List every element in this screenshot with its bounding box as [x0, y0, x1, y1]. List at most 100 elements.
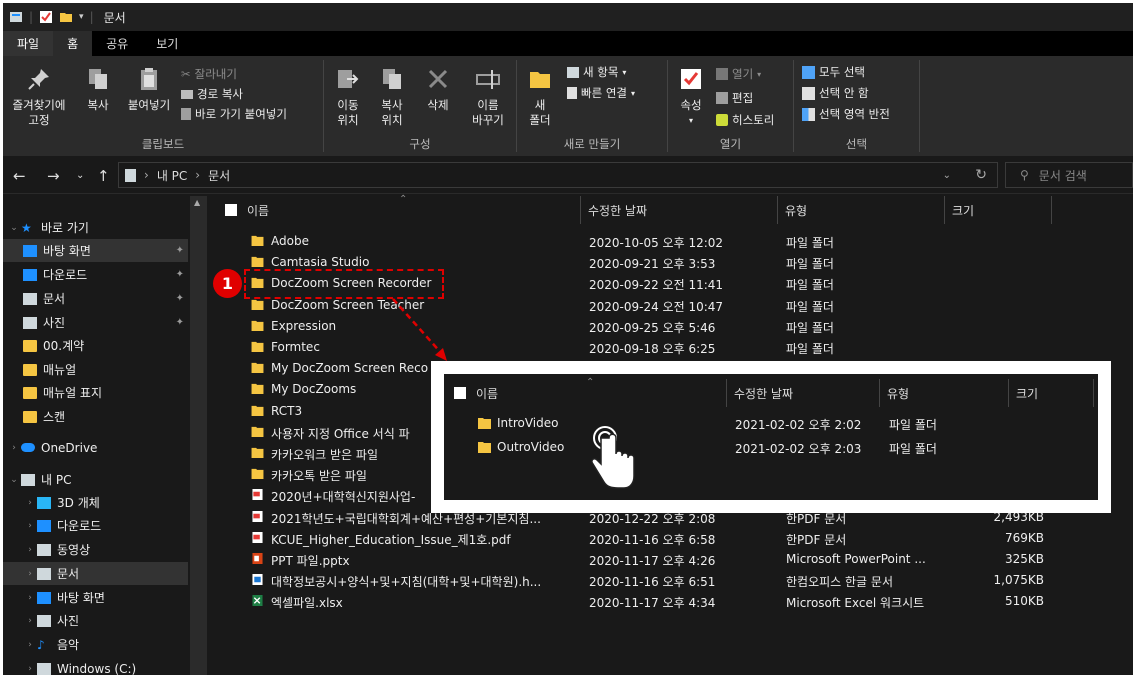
picture-icon — [37, 614, 51, 627]
rename-button[interactable]: 이름 바꾸기 — [464, 66, 512, 128]
address-dropdown-icon[interactable]: ⌄ — [943, 170, 951, 181]
paste-button[interactable]: 붙여넣기 — [119, 66, 179, 113]
breadcrumb-documents[interactable]: 문서 — [208, 167, 230, 184]
preview-column-size[interactable]: 크기 — [1010, 379, 1094, 407]
scissors-icon: ✂ — [181, 67, 191, 81]
cut-button[interactable]: ✂ 잘라내기 — [181, 66, 237, 82]
sidebar-item[interactable]: › 문서 — [3, 562, 188, 585]
preview-column-name[interactable]: 이름 ⌃ — [444, 377, 727, 407]
copy-to-button[interactable]: 복사 위치 — [372, 66, 412, 128]
select-none-button[interactable]: 선택 안 함 — [802, 85, 869, 101]
back-arrow-icon[interactable]: ← — [13, 167, 26, 185]
expand-chevron-icon[interactable]: › — [23, 664, 37, 674]
pin-to-quick-access-button[interactable]: 즐겨찾기에 고정 — [7, 66, 71, 128]
expand-chevron-icon[interactable]: › — [7, 443, 21, 453]
pin-label: 즐겨찾기에 고정 — [12, 98, 66, 127]
properties-button[interactable]: 속성 ▾ — [672, 66, 710, 128]
select-all-button[interactable]: 모두 선택 — [802, 64, 865, 80]
sidebar-item[interactable]: 매뉴얼 — [3, 358, 188, 381]
file-row[interactable]: KCUE_Higher_Education_Issue_제1호.pdf 2020-… — [209, 528, 1133, 549]
open-button[interactable]: 열기 ▾ — [716, 66, 761, 82]
sidebar-item[interactable]: › 동영상 — [3, 538, 188, 561]
sidebar-scrollbar[interactable]: ▲ — [190, 196, 207, 675]
expand-chevron-icon[interactable]: › — [23, 569, 37, 579]
copy-path-button[interactable]: 경로 복사 — [181, 86, 243, 102]
expand-chevron-icon[interactable]: › — [23, 521, 37, 531]
up-arrow-icon[interactable]: ↑ — [97, 167, 110, 185]
folder-icon — [251, 257, 264, 268]
edit-button[interactable]: 편집 — [716, 90, 753, 106]
sidebar-item[interactable]: 00.계약 — [3, 334, 188, 357]
sidebar-item[interactable]: › 다운로드 — [3, 514, 188, 537]
column-header-type[interactable]: 유형 — [779, 196, 945, 224]
sidebar-item[interactable]: 바탕 화면 ✦ — [3, 239, 188, 262]
sidebar-item[interactable]: 스캔 — [3, 405, 188, 428]
file-row[interactable]: Formtec 2020-09-18 오후 6:25 파일 폴더 — [209, 337, 1133, 358]
tab-view[interactable]: 보기 — [142, 31, 192, 56]
column-header-size[interactable]: 크기 — [946, 196, 1052, 224]
sidebar-item[interactable]: › 사진 — [3, 609, 188, 632]
search-box[interactable]: ⚲ 문서 검색 — [1005, 162, 1133, 188]
file-name: My DocZooms — [271, 382, 357, 397]
new-folder-button[interactable]: 새 폴더 — [521, 66, 559, 128]
sidebar-item[interactable]: 다운로드 ✦ — [3, 263, 188, 286]
address-box[interactable]: › 내 PC › 문서 ⌄ ↻ — [118, 162, 998, 188]
recent-chevron-icon[interactable]: ⌄ — [76, 170, 84, 181]
preview-row[interactable]: IntroVideo 2021-02-02 오후 2:02 파일 폴더 — [444, 414, 1098, 438]
sidebar-item[interactable]: › ♪ 음악 — [3, 633, 188, 656]
sidebar-item[interactable]: › 바탕 화면 — [3, 586, 188, 609]
file-row[interactable]: PPT 파일.pptx 2020-11-17 오후 4:26 Microsoft P… — [209, 549, 1133, 570]
tab-home[interactable]: 홈 — [53, 31, 93, 56]
forward-arrow-icon[interactable]: → — [47, 167, 60, 185]
preview-column-date[interactable]: 수정한 날짜 — [728, 379, 880, 407]
expand-chevron-icon[interactable]: ⌄ — [7, 223, 21, 233]
tab-share[interactable]: 공유 — [92, 31, 142, 56]
expand-chevron-icon[interactable]: › — [23, 498, 37, 508]
preview-file-name: OutroVideo — [497, 440, 565, 454]
expand-chevron-icon[interactable]: › — [23, 545, 37, 555]
quick-access-dropdown-icon[interactable]: ▾ — [79, 12, 84, 22]
preview-select-all-checkbox[interactable] — [454, 387, 466, 399]
file-date: 2020-09-18 오후 6:25 — [589, 342, 716, 356]
select-all-checkbox[interactable] — [225, 204, 237, 216]
sidebar-item[interactable]: ⌄ 내 PC — [3, 468, 188, 491]
expand-chevron-icon[interactable]: › — [23, 640, 37, 650]
sidebar-item-label: 스캔 — [43, 410, 66, 424]
easy-access-button[interactable]: 빠른 연결 ▾ — [567, 85, 635, 101]
sidebar-item-label: 바탕 화면 — [43, 244, 91, 258]
checkbox-properties-icon[interactable] — [39, 10, 53, 24]
properties-label: 속성 — [680, 98, 702, 112]
expand-chevron-icon[interactable]: ⌄ — [7, 475, 21, 485]
history-button[interactable]: 히스토리 — [716, 112, 774, 128]
delete-button[interactable]: 삭제 — [420, 66, 456, 113]
search-icon: ⚲ — [1020, 168, 1029, 182]
download-icon — [23, 268, 37, 281]
preview-row[interactable]: OutroVideo 2021-02-02 오후 2:03 파일 폴더 — [444, 438, 1098, 462]
file-row[interactable]: Adobe 2020-10-05 오후 12:02 파일 폴더 — [209, 231, 1133, 252]
sidebar-item[interactable]: ⌄ ★ 바로 가기 — [3, 216, 188, 239]
move-to-button[interactable]: 이동 위치 — [328, 66, 368, 128]
expand-chevron-icon[interactable]: › — [23, 616, 37, 626]
expand-chevron-icon[interactable]: › — [23, 593, 37, 603]
sidebar-item[interactable]: › Windows (C:) — [3, 657, 188, 675]
column-header-name[interactable]: 이름 ⌃ — [209, 194, 581, 224]
new-item-button[interactable]: 새 항목 ▾ — [567, 64, 626, 80]
copy-button[interactable]: 복사 — [79, 66, 117, 113]
preview-column-type[interactable]: 유형 — [881, 379, 1009, 407]
refresh-icon[interactable]: ↻ — [975, 167, 987, 183]
sidebar-item[interactable]: 문서 ✦ — [3, 287, 188, 310]
tab-file[interactable]: 파일 — [3, 31, 54, 56]
breadcrumb-my-pc[interactable]: 내 PC — [157, 167, 187, 184]
file-row[interactable]: 엑셀파일.xlsx 2020-11-17 오후 4:34 Microsoft Exc… — [209, 591, 1133, 612]
sidebar-item[interactable]: › 3D 개체 — [3, 491, 188, 514]
sidebar-item[interactable]: 사진 ✦ — [3, 311, 188, 334]
file-row[interactable]: 대학정보공시+양식+및+지침(대학+및+대학원).h... 2020-11-16 … — [209, 570, 1133, 591]
invert-selection-button[interactable]: 선택 영역 반전 — [802, 106, 890, 122]
paste-shortcut-button[interactable]: 바로 가기 붙여넣기 — [181, 106, 287, 122]
scroll-up-icon[interactable]: ▲ — [194, 198, 200, 207]
sidebar-item[interactable]: › OneDrive — [3, 436, 188, 459]
file-row[interactable]: Expression 2020-09-25 오후 5:46 파일 폴더 — [209, 316, 1133, 337]
new-folder-quick-icon[interactable] — [59, 10, 73, 24]
column-header-date[interactable]: 수정한 날짜 — [582, 196, 778, 224]
sidebar-item[interactable]: 매뉴얼 표지 — [3, 381, 188, 404]
